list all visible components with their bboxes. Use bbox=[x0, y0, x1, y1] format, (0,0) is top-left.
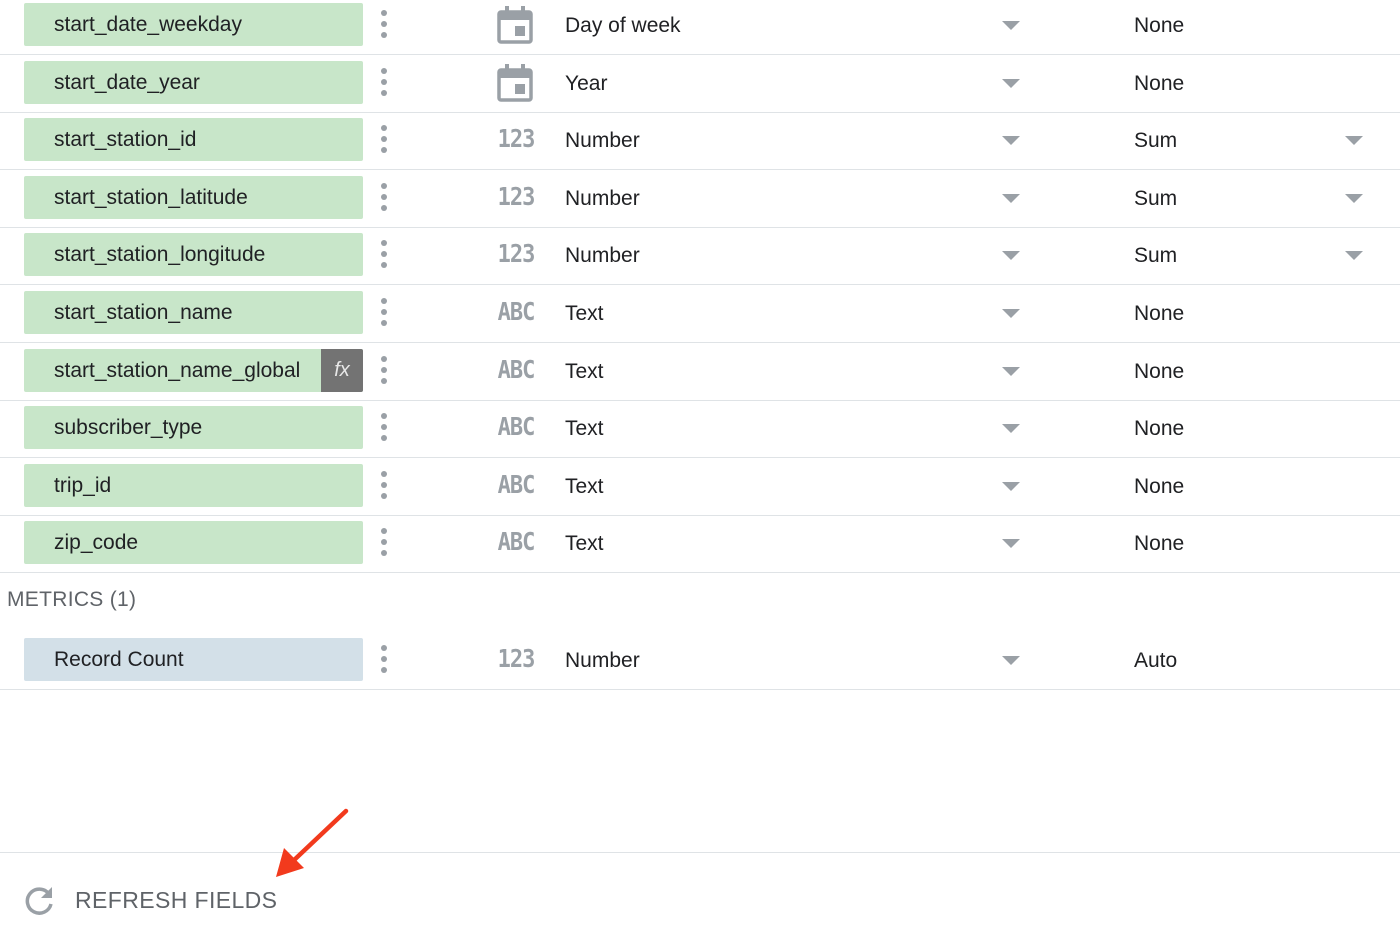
field-type-label[interactable]: Number bbox=[565, 113, 640, 168]
field-options-icon[interactable] bbox=[377, 121, 391, 157]
dimension-row: start_station_id 123 Number Sum bbox=[0, 113, 1400, 171]
field-name-chip[interactable]: start_station_name bbox=[24, 291, 363, 334]
field-options-icon[interactable] bbox=[377, 294, 391, 330]
aggregation-label[interactable]: Sum bbox=[1134, 228, 1177, 283]
field-type-label[interactable]: Year bbox=[565, 56, 607, 111]
field-options-icon[interactable] bbox=[377, 467, 391, 503]
dimension-row: start_date_year Year None bbox=[0, 56, 1400, 113]
dimension-row: subscriber_type ABC Text None bbox=[0, 401, 1400, 459]
type-dropdown-caret-icon[interactable] bbox=[1002, 136, 1020, 146]
field-name-chip[interactable]: start_station_name_global fx bbox=[24, 348, 363, 392]
field-name-chip[interactable]: Record Count bbox=[24, 638, 363, 681]
field-type-label[interactable]: Number bbox=[565, 633, 640, 688]
field-name: start_station_name_global bbox=[54, 358, 301, 382]
text-icon: ABC bbox=[497, 355, 536, 385]
type-dropdown-caret-icon[interactable] bbox=[1002, 78, 1020, 88]
aggregation-label[interactable]: Sum bbox=[1134, 171, 1177, 226]
type-dropdown-caret-icon[interactable] bbox=[1002, 481, 1020, 491]
aggregation-label: Auto bbox=[1134, 649, 1178, 672]
aggregation-label[interactable]: Sum bbox=[1134, 113, 1177, 168]
aggregation-label: None bbox=[1134, 532, 1185, 556]
number-icon: 123 bbox=[497, 182, 536, 212]
field-name: start_station_longitude bbox=[54, 243, 266, 267]
aggregation-label: None bbox=[1134, 359, 1185, 383]
field-name: trip_id bbox=[54, 473, 112, 497]
field-name: start_station_id bbox=[54, 128, 197, 152]
aggregation-label: None bbox=[1134, 71, 1185, 95]
field-type-label[interactable]: Text bbox=[565, 401, 604, 456]
dimension-row: start_station_name ABC Text None bbox=[0, 286, 1400, 343]
dimension-row: trip_id ABC Text None bbox=[0, 459, 1400, 516]
refresh-fields-label: REFRESH FIELDS bbox=[75, 887, 278, 913]
field-name-chip[interactable]: zip_code bbox=[24, 521, 363, 565]
field-type-label[interactable]: Text bbox=[565, 286, 604, 341]
footer-divider bbox=[0, 852, 1400, 853]
field-options-icon[interactable] bbox=[377, 524, 391, 560]
dimension-row: start_station_latitude 123 Number Sum bbox=[0, 171, 1400, 228]
aggregation-dropdown-caret-icon[interactable] bbox=[1345, 136, 1363, 146]
field-name: zip_code bbox=[54, 531, 139, 555]
calendar-icon bbox=[494, 6, 538, 44]
field-type-label[interactable]: Text bbox=[565, 516, 604, 571]
data-source-fields-panel: start_date_weekday Day of week None start_d… bbox=[0, 0, 1400, 934]
text-icon: ABC bbox=[497, 298, 536, 327]
field-type-label[interactable]: Number bbox=[565, 171, 640, 226]
field-name: start_station_latitude bbox=[54, 185, 248, 209]
field-type-label[interactable]: Day of week bbox=[565, 0, 681, 53]
metric-row: Record Count 123 Number Auto bbox=[0, 633, 1400, 690]
dimension-row: start_date_weekday Day of week None bbox=[0, 0, 1400, 55]
field-name: start_station_name bbox=[54, 301, 233, 324]
aggregation-dropdown-caret-icon[interactable] bbox=[1345, 193, 1363, 203]
field-name-chip[interactable]: start_station_longitude bbox=[24, 233, 363, 277]
field-options-icon[interactable] bbox=[377, 64, 391, 100]
field-name: start_date_year bbox=[54, 70, 200, 94]
field-name-chip[interactable]: start_date_weekday bbox=[24, 3, 363, 46]
type-dropdown-caret-icon[interactable] bbox=[1002, 656, 1020, 665]
calendar-icon bbox=[494, 63, 538, 102]
field-name-chip[interactable]: subscriber_type bbox=[24, 406, 363, 450]
number-icon: 123 bbox=[497, 645, 536, 674]
field-name: Record Count bbox=[54, 648, 184, 671]
type-dropdown-caret-icon[interactable] bbox=[1002, 366, 1020, 376]
dimension-row: start_station_longitude 123 Number Sum bbox=[0, 228, 1400, 286]
type-dropdown-caret-icon[interactable] bbox=[1002, 539, 1020, 549]
field-options-icon[interactable] bbox=[377, 641, 391, 677]
field-type-label[interactable]: Text bbox=[565, 459, 604, 514]
type-dropdown-caret-icon[interactable] bbox=[1002, 424, 1020, 434]
type-dropdown-caret-icon[interactable] bbox=[1002, 251, 1020, 261]
refresh-icon bbox=[25, 887, 53, 915]
type-dropdown-caret-icon[interactable] bbox=[1002, 309, 1020, 318]
text-icon: ABC bbox=[497, 528, 536, 558]
red-arrow-icon bbox=[276, 808, 349, 877]
field-options-icon[interactable] bbox=[377, 352, 391, 388]
aggregation-dropdown-caret-icon[interactable] bbox=[1345, 251, 1363, 261]
aggregation-label: None bbox=[1134, 417, 1185, 441]
calculated-field-badge[interactable]: fx bbox=[321, 348, 363, 392]
text-icon: ABC bbox=[497, 413, 536, 442]
field-name-chip[interactable]: trip_id bbox=[24, 463, 363, 507]
field-type-label[interactable]: Text bbox=[565, 344, 604, 399]
dimension-row: zip_code ABC Text None bbox=[0, 516, 1400, 574]
aggregation-label: None bbox=[1134, 14, 1185, 37]
field-name-chip[interactable]: start_station_id bbox=[24, 118, 363, 162]
field-type-label[interactable]: Number bbox=[565, 228, 640, 283]
aggregation-label: None bbox=[1134, 302, 1185, 325]
field-name-chip[interactable]: start_date_year bbox=[24, 60, 363, 104]
type-dropdown-caret-icon[interactable] bbox=[1002, 193, 1020, 203]
field-options-icon[interactable] bbox=[377, 409, 391, 445]
number-icon: 123 bbox=[497, 240, 536, 270]
field-name: start_date_weekday bbox=[54, 13, 242, 36]
number-icon: 123 bbox=[497, 125, 536, 154]
field-name: subscriber_type bbox=[54, 416, 203, 440]
field-name-chip[interactable]: start_station_latitude bbox=[24, 175, 363, 219]
type-dropdown-caret-icon[interactable] bbox=[1002, 21, 1020, 30]
dimension-row: start_station_name_global fx ABC Text None bbox=[0, 344, 1400, 401]
text-icon: ABC bbox=[497, 470, 536, 500]
field-options-icon[interactable] bbox=[377, 6, 391, 42]
metrics-section-title: METRICS (1) bbox=[7, 588, 137, 611]
field-options-icon[interactable] bbox=[377, 179, 391, 215]
field-options-icon[interactable] bbox=[377, 236, 391, 272]
aggregation-label: None bbox=[1134, 474, 1185, 498]
